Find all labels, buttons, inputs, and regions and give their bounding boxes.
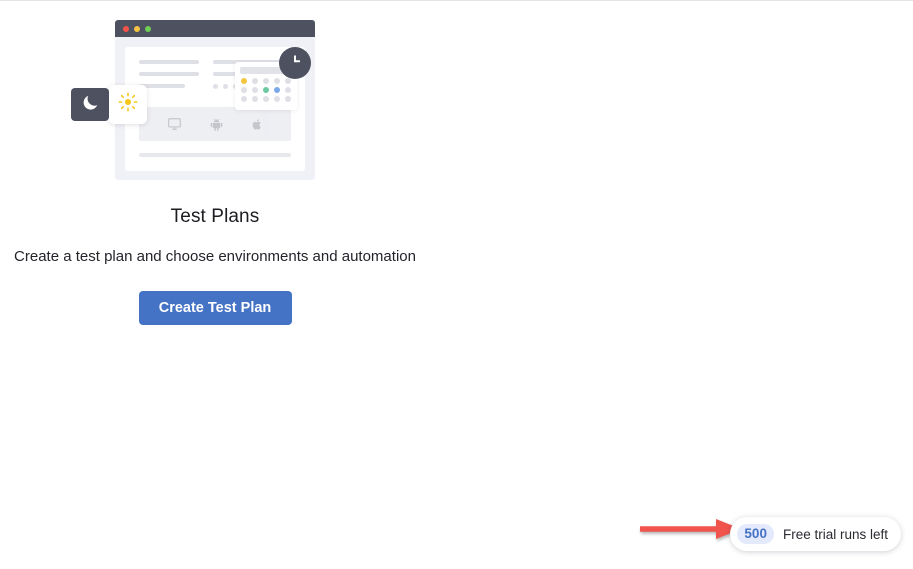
page-subtitle: Create a test plan and choose environmen… <box>14 248 416 265</box>
trial-runs-count: 500 <box>737 524 774 544</box>
free-trial-badge[interactable]: 500 Free trial runs left <box>730 517 901 551</box>
calendar-dot <box>252 78 258 84</box>
skeleton-column-left <box>139 60 199 89</box>
empty-state: Test Plans Create a test plan and choose… <box>0 1 430 325</box>
minimize-dot-icon <box>134 25 140 32</box>
create-test-plan-button[interactable]: Create Test Plan <box>138 291 292 325</box>
apple-icon <box>251 117 263 132</box>
moon-icon <box>81 93 100 117</box>
calendar-dot <box>274 96 280 102</box>
test-plans-illustration <box>67 15 367 190</box>
calendar-dot <box>263 87 269 93</box>
calendar-dot <box>263 96 269 102</box>
calendar-dot <box>241 78 247 84</box>
calendar-dot-grid <box>240 78 292 102</box>
pointer-arrow-icon <box>638 516 743 542</box>
page-root: Test Plans Create a test plan and choose… <box>0 0 913 569</box>
calendar-stand <box>263 110 269 134</box>
maximize-dot-icon <box>145 25 151 32</box>
browser-titlebar <box>115 20 315 37</box>
calendar-dot <box>274 78 280 84</box>
page-title: Test Plans <box>170 206 260 227</box>
trial-runs-label: Free trial runs left <box>782 526 888 542</box>
clock-icon <box>285 51 305 76</box>
calendar-dot <box>285 87 291 93</box>
calendar-dot <box>252 96 258 102</box>
android-icon <box>210 117 223 132</box>
skeleton-dot <box>223 84 228 89</box>
calendar-dot <box>241 96 247 102</box>
monitor-icon <box>167 117 182 131</box>
skeleton-line <box>139 60 199 64</box>
dark-theme-card <box>71 88 109 121</box>
light-theme-card <box>109 85 147 124</box>
skeleton-line <box>139 72 199 76</box>
skeleton-line <box>139 153 291 157</box>
close-dot-icon <box>123 25 129 32</box>
calendar-dot <box>274 87 280 93</box>
calendar-dot <box>252 87 258 93</box>
calendar-dot <box>241 87 247 93</box>
sun-icon <box>118 92 138 117</box>
calendar-dot <box>285 96 291 102</box>
clock-badge <box>279 47 311 79</box>
skeleton-dot <box>213 84 218 89</box>
calendar-dot <box>285 78 291 84</box>
calendar-dot <box>263 78 269 84</box>
